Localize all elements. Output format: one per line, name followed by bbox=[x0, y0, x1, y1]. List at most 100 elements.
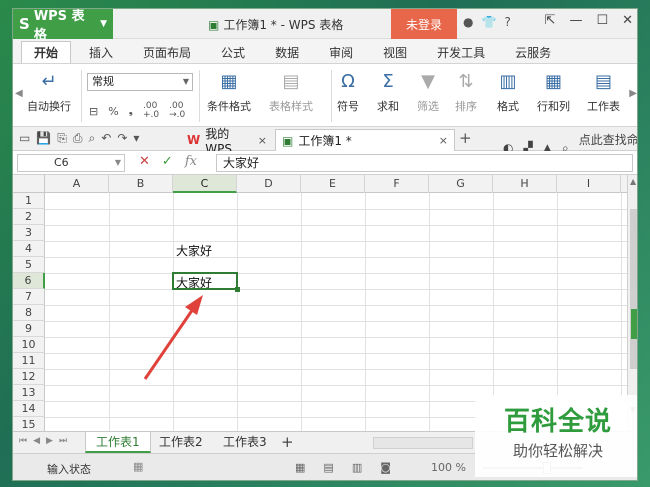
name-box[interactable]: C6 ▼ bbox=[17, 154, 125, 172]
column-header-h[interactable]: H bbox=[493, 175, 557, 193]
minimize-icon[interactable]: — bbox=[569, 13, 582, 28]
column-header-c[interactable]: C bbox=[173, 175, 237, 193]
next-sheet-icon[interactable]: ▶ bbox=[46, 436, 53, 446]
row-header-15[interactable]: 15 bbox=[13, 417, 45, 431]
tab-developer[interactable]: 开发工具 bbox=[425, 41, 497, 63]
eye-protection-icon[interactable]: ◙ bbox=[380, 461, 391, 474]
maximize-icon[interactable]: ☐ bbox=[596, 13, 608, 28]
cell-c4[interactable]: 大家好 bbox=[173, 243, 237, 259]
column-header-f[interactable]: F bbox=[365, 175, 429, 193]
preview-icon[interactable]: ⌕ bbox=[89, 131, 96, 146]
conditional-format-button[interactable]: ▦ 条件格式 bbox=[207, 70, 251, 114]
format-button[interactable]: ▥ 格式 bbox=[497, 70, 519, 114]
tab-home[interactable]: 开始 bbox=[21, 41, 72, 63]
tab-page-layout[interactable]: 页面布局 bbox=[131, 41, 203, 63]
scroll-thumb[interactable] bbox=[630, 209, 637, 369]
row-header-8[interactable]: 8 bbox=[13, 305, 45, 321]
sheet-tab-1[interactable]: 工作表1 bbox=[85, 432, 151, 453]
row-header-5[interactable]: 5 bbox=[13, 257, 45, 273]
table-style-button[interactable]: ▤ 表格样式 bbox=[269, 70, 313, 114]
export-icon[interactable]: ⎘ bbox=[57, 131, 67, 146]
percent-button[interactable]: % bbox=[108, 105, 118, 118]
horizontal-scrollbar[interactable] bbox=[373, 437, 473, 449]
symbol-button[interactable]: Ω 符号 bbox=[337, 70, 359, 114]
undo-icon[interactable]: ↶ bbox=[101, 131, 111, 146]
add-sheet-button[interactable]: + bbox=[281, 433, 294, 451]
row-header-7[interactable]: 7 bbox=[13, 289, 45, 305]
scroll-up-icon[interactable]: ▲ bbox=[630, 177, 636, 186]
cancel-icon[interactable]: ✕ bbox=[139, 154, 150, 169]
prev-sheet-icon[interactable]: ◀ bbox=[33, 436, 40, 446]
wrap-text-button[interactable]: ↵ 自动换行 bbox=[27, 70, 71, 114]
currency-icon[interactable]: ⊟ bbox=[89, 105, 98, 118]
more-icon[interactable]: ▾ bbox=[133, 131, 139, 146]
worksheet-button[interactable]: ▤ 工作表 bbox=[587, 70, 620, 114]
vertical-scrollbar[interactable]: ▲ ▼ bbox=[627, 175, 637, 431]
spreadsheet-grid[interactable]: A B C D E F G H I 1 2 3 4 5 6 7 8 9 10 1… bbox=[13, 175, 627, 431]
page-layout-view-icon[interactable]: ▤ bbox=[323, 461, 333, 474]
decrease-decimal-button[interactable]: .00 →.0 bbox=[169, 102, 185, 120]
sort-button[interactable]: ⇅ 排序 bbox=[455, 70, 477, 114]
tab-data[interactable]: 数据 bbox=[263, 41, 311, 63]
open-folder-icon[interactable]: ▭ bbox=[19, 131, 30, 146]
fill-handle[interactable] bbox=[235, 287, 240, 292]
tab-review[interactable]: 审阅 bbox=[317, 41, 365, 63]
close-icon[interactable]: ✕ bbox=[622, 13, 633, 28]
side-panel-toggle[interactable] bbox=[631, 309, 637, 339]
tab-cloud[interactable]: 云服务 bbox=[503, 41, 563, 63]
zoom-level[interactable]: 100 % bbox=[431, 461, 466, 474]
column-header-b[interactable]: B bbox=[109, 175, 173, 193]
login-button[interactable]: 未登录 bbox=[391, 9, 457, 39]
rows-cols-button[interactable]: ▦ 行和列 bbox=[537, 70, 570, 114]
row-header-1[interactable]: 1 bbox=[13, 193, 45, 209]
close-icon[interactable]: × bbox=[439, 134, 448, 147]
formula-input[interactable]: 大家好 bbox=[216, 154, 633, 172]
ribbon-scroll-left-icon[interactable]: ◀ bbox=[15, 88, 23, 99]
tab-formulas[interactable]: 公式 bbox=[209, 41, 257, 63]
row-header-14[interactable]: 14 bbox=[13, 401, 45, 417]
row-header-9[interactable]: 9 bbox=[13, 321, 45, 337]
sheet-tab-3[interactable]: 工作表3 bbox=[213, 432, 277, 453]
increase-decimal-button[interactable]: .00 +.0 bbox=[143, 102, 159, 120]
print-icon[interactable]: ⎙ bbox=[73, 131, 83, 146]
row-header-10[interactable]: 10 bbox=[13, 337, 45, 353]
app-menu-button[interactable]: S WPS 表格 ▼ bbox=[13, 9, 113, 43]
row-header-13[interactable]: 13 bbox=[13, 385, 45, 401]
macro-icon[interactable]: ▦ bbox=[133, 460, 143, 473]
thousands-button[interactable]: ❟ bbox=[129, 104, 133, 118]
skin-icon[interactable]: ● bbox=[463, 15, 473, 29]
help-button[interactable]: ? bbox=[504, 15, 510, 29]
row-header-4[interactable]: 4 bbox=[13, 241, 45, 257]
redo-icon[interactable]: ↷ bbox=[117, 131, 127, 146]
normal-view-icon[interactable]: ▦ bbox=[295, 461, 305, 474]
column-header-d[interactable]: D bbox=[237, 175, 301, 193]
doc-tab-workbook[interactable]: ▣ 工作簿1 * × bbox=[275, 129, 455, 151]
sum-button[interactable]: Σ 求和 bbox=[377, 70, 399, 114]
select-all-corner[interactable] bbox=[13, 175, 45, 193]
doc-tab-my-wps[interactable]: W 我的WPS × bbox=[181, 127, 273, 156]
row-header-6[interactable]: 6 bbox=[13, 273, 45, 289]
column-header-g[interactable]: G bbox=[429, 175, 493, 193]
last-sheet-icon[interactable]: ⏭ bbox=[59, 436, 67, 446]
close-icon[interactable]: × bbox=[258, 134, 267, 147]
column-header-i[interactable]: I bbox=[557, 175, 621, 193]
restore-up-icon[interactable]: ⇱ bbox=[545, 13, 556, 28]
tab-insert[interactable]: 插入 bbox=[77, 41, 125, 63]
row-header-11[interactable]: 11 bbox=[13, 353, 45, 369]
new-tab-button[interactable]: + bbox=[459, 129, 472, 147]
shirt-icon[interactable]: 👕 bbox=[481, 15, 496, 29]
page-break-view-icon[interactable]: ▥ bbox=[352, 461, 362, 474]
number-format-select[interactable]: 常规 ▼ bbox=[87, 73, 193, 91]
confirm-icon[interactable]: ✓ bbox=[162, 154, 173, 169]
row-header-12[interactable]: 12 bbox=[13, 369, 45, 385]
first-sheet-icon[interactable]: ⏮ bbox=[19, 436, 27, 446]
save-icon[interactable]: 💾 bbox=[36, 131, 51, 146]
ribbon-scroll-right-icon[interactable]: ▶ bbox=[629, 88, 637, 99]
sheet-tab-2[interactable]: 工作表2 bbox=[149, 432, 213, 453]
tab-view[interactable]: 视图 bbox=[371, 41, 419, 63]
filter-button[interactable]: ▼ 筛选 bbox=[417, 70, 439, 114]
function-icon[interactable]: fx bbox=[185, 154, 197, 169]
column-header-a[interactable]: A bbox=[45, 175, 109, 193]
row-header-2[interactable]: 2 bbox=[13, 209, 45, 225]
row-header-3[interactable]: 3 bbox=[13, 225, 45, 241]
